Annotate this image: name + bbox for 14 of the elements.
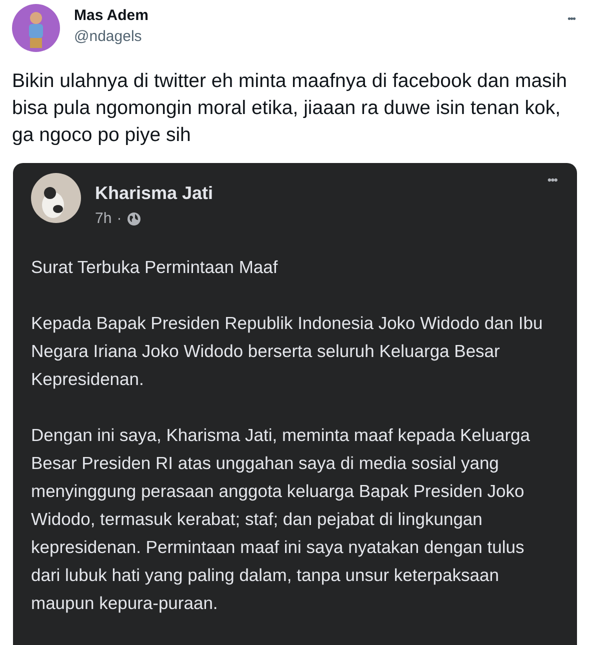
more-button[interactable]: ••• <box>545 171 559 189</box>
more-button[interactable]: ••• <box>565 12 577 27</box>
globe-icon <box>126 212 141 226</box>
post-paragraph: Surat Terbuka Permintaan Maaf <box>31 256 279 279</box>
user-name[interactable]: Mas Adem <box>74 7 148 24</box>
separator: · <box>116 210 122 227</box>
avatar-icon <box>12 4 60 52</box>
author-name[interactable]: Kharisma Jati <box>95 183 214 204</box>
tweet-text: Bikin ulahnya di twitter eh minta maafnya di facebook dan masih bisa pula ngomongin moral etika, jiaaan ra duwe isin tenan kok, ga ngoco po piye sih <box>12 69 568 148</box>
post-time[interactable]: 7h <box>95 210 112 227</box>
user-handle[interactable]: @ndagels <box>74 28 148 45</box>
post-paragraph: Dengan ini saya, Kharisma Jati, meminta maaf kepada Keluarga Besar Presiden RI atas unggahan saya di media sosial yang menyinggung perasaan anggota keluarga Bapak Presiden Joko Widodo, termasuk kerabat; staf; dan pejabat di lingkungan kepresidenan. Permintaan maaf ini saya nyatakan dengan tulus dari lubuk hati yang paling dalam, tanpa unsur keterpaksaan maupun kepura-puraan. <box>31 424 532 615</box>
post-paragraph: Kepada Bapak Presiden Republik Indonesia Joko Widodo dan Ibu Negara Iriana Joko Widodo berserta seluruh Keluarga Besar Kepresidenan. <box>31 312 544 391</box>
avatar-icon <box>31 173 81 223</box>
